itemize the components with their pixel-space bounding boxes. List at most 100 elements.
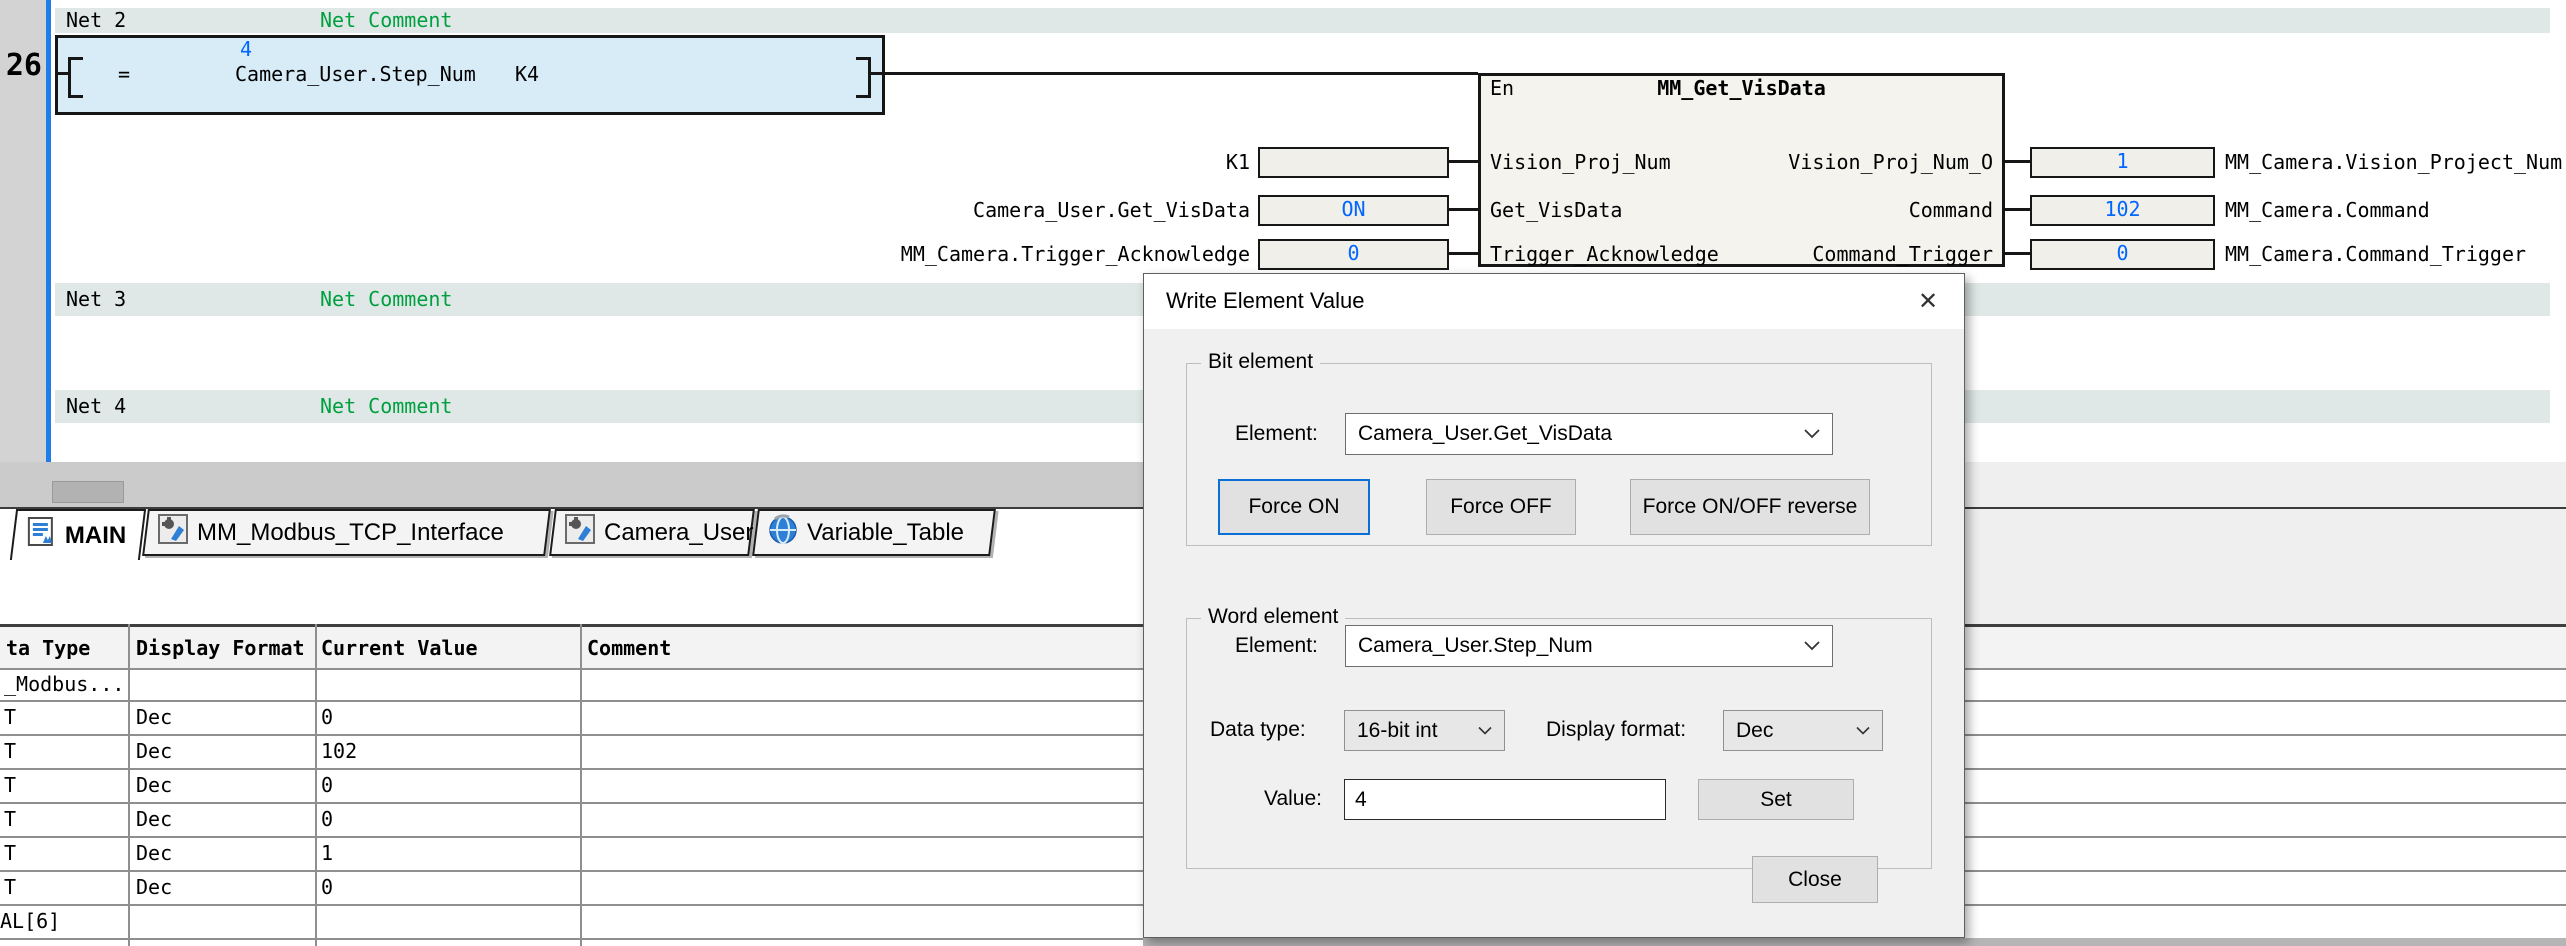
fb-title: MM_Get_VisData xyxy=(1478,76,2005,100)
close-button[interactable]: ✕ xyxy=(1906,282,1950,322)
force-on-off-reverse-button[interactable]: Force ON/OFF reverse xyxy=(1630,479,1870,535)
dialog-titlebar[interactable]: Write Element Value ✕ xyxy=(1144,274,1964,329)
compare-constant[interactable]: K4 xyxy=(515,62,539,86)
tab-label: Camera_User xyxy=(604,519,753,547)
tab-mm-modbus-tcp-interface[interactable]: MM_Modbus_TCP_Interface xyxy=(142,509,551,556)
column-header-display-format: Display Format xyxy=(136,636,305,660)
button-label: Set xyxy=(1760,788,1792,812)
wire xyxy=(68,57,83,60)
force-on-button[interactable]: Force ON xyxy=(1218,479,1370,535)
output-operand[interactable]: MM_Camera.Command_Trigger xyxy=(2225,242,2566,266)
wire xyxy=(2005,252,2030,255)
tab-main[interactable]: MAIN xyxy=(10,509,146,560)
window-bottom-edge xyxy=(1143,938,2566,946)
combobox-value: Camera_User.Step_Num xyxy=(1358,634,1593,658)
cell-data-type: T xyxy=(4,705,16,729)
output-monitor-box[interactable]: 102 xyxy=(2030,195,2215,226)
output-monitor-box[interactable]: 0 xyxy=(2030,239,2215,270)
cell-current-value: 0 xyxy=(321,705,333,729)
wire xyxy=(856,95,871,98)
cell-display-format: Dec xyxy=(136,807,172,831)
cell-current-value: 102 xyxy=(321,739,357,763)
cell-data-type: T xyxy=(4,841,16,865)
input-monitor-box[interactable]: 0 xyxy=(1258,239,1449,270)
plc-ide-window: 26 Net 2 Net Comment Net 3 Net Comment N… xyxy=(0,0,2566,946)
cell-display-format: Dec xyxy=(136,739,172,763)
button-label: Force ON xyxy=(1248,495,1339,519)
function-block-icon xyxy=(564,513,596,552)
hscrollbar-thumb[interactable] xyxy=(52,481,124,503)
input-operand[interactable]: K1 xyxy=(840,150,1250,174)
element-label: Element: xyxy=(1235,422,1318,446)
group-label: Bit element xyxy=(1201,350,1320,374)
dialog-close-button[interactable]: Close xyxy=(1752,856,1878,903)
net-id: Net 4 xyxy=(66,390,126,423)
program-icon xyxy=(25,516,57,555)
button-label: Force ON/OFF reverse xyxy=(1643,495,1858,519)
input-operand[interactable]: Camera_User.Get_VisData xyxy=(840,198,1250,222)
word-element-combobox[interactable]: Camera_User.Step_Num xyxy=(1345,625,1833,667)
cell-display-format: Dec xyxy=(136,773,172,797)
net-comment: Net Comment xyxy=(320,390,452,423)
wire xyxy=(882,72,1478,75)
editor-right-margin xyxy=(1965,462,2566,626)
combobox-value: Camera_User.Get_VisData xyxy=(1358,422,1612,446)
force-off-button[interactable]: Force OFF xyxy=(1426,479,1576,535)
wire xyxy=(1449,252,1478,255)
combobox-value: Dec xyxy=(1736,719,1773,743)
fb-output-pin: Command_Trigger xyxy=(1478,242,1993,266)
tab-variable-table[interactable]: Variable_Table xyxy=(752,509,996,556)
value-label: Value: xyxy=(1264,787,1322,811)
rung-number: 26 xyxy=(4,48,42,83)
chevron-down-icon xyxy=(1804,641,1820,651)
column-header-comment: Comment xyxy=(587,636,671,660)
net-id: Net 3 xyxy=(66,283,126,316)
button-label: Force OFF xyxy=(1450,495,1552,519)
wire xyxy=(2005,208,2030,211)
output-operand[interactable]: MM_Camera.Command xyxy=(2225,198,2566,222)
cell-data-type: AL[6] xyxy=(0,909,60,933)
column-header-current-value: Current Value xyxy=(321,636,478,660)
cell-data-type: T xyxy=(4,875,16,899)
input-monitor-box[interactable] xyxy=(1258,147,1449,178)
wire xyxy=(1449,160,1478,163)
cell-data-type: T xyxy=(4,773,16,797)
compare-operand[interactable]: Camera_User.Step_Num xyxy=(235,62,476,86)
combobox-value: 16-bit int xyxy=(1357,719,1438,743)
function-block-icon xyxy=(157,513,189,552)
data-type-label: Data type: xyxy=(1210,718,1306,742)
tab-label: MAIN xyxy=(65,522,126,550)
net-id: Net 2 xyxy=(66,8,126,33)
group-label: Word element xyxy=(1201,605,1345,629)
tab-label: MM_Modbus_TCP_Interface xyxy=(197,519,504,547)
data-type-combobox[interactable]: 16-bit int xyxy=(1344,710,1505,751)
tab-camera-user[interactable]: Camera_User xyxy=(549,509,755,556)
write-element-value-dialog: Write Element Value ✕ Bit element Elemen… xyxy=(1143,273,1965,938)
column-header-data-type: ta Type xyxy=(6,636,90,660)
contact-bracket-right xyxy=(868,57,871,98)
tab-label: Variable_Table xyxy=(807,519,964,547)
output-monitor-box[interactable]: 1 xyxy=(2030,147,2215,178)
button-label: Close xyxy=(1788,868,1842,892)
wire xyxy=(68,95,83,98)
input-operand[interactable]: MM_Camera.Trigger_Acknowledge xyxy=(840,242,1250,266)
chevron-down-icon xyxy=(1856,726,1870,735)
input-monitor-box[interactable]: ON xyxy=(1258,195,1449,226)
contact-bracket-left xyxy=(68,57,71,98)
dialog-title: Write Element Value xyxy=(1166,288,1365,314)
cell-data-type: T xyxy=(4,739,16,763)
chevron-down-icon xyxy=(1804,429,1820,439)
set-button[interactable]: Set xyxy=(1698,779,1854,820)
cell-display-format: Dec xyxy=(136,875,172,899)
operand-monitor-value: 4 xyxy=(240,37,252,61)
bit-element-combobox[interactable]: Camera_User.Get_VisData xyxy=(1345,413,1833,455)
net-comment: Net Comment xyxy=(320,8,452,33)
cell-data-type: _Modbus... xyxy=(4,672,124,696)
display-format-label: Display format: xyxy=(1546,718,1686,742)
display-format-combobox[interactable]: Dec xyxy=(1723,710,1883,751)
fb-output-pin: Vision_Proj_Num_O xyxy=(1478,150,1993,174)
net-2-header[interactable]: Net 2 Net Comment xyxy=(55,8,2550,33)
output-operand[interactable]: MM_Camera.Vision_Project_Num xyxy=(2225,150,2566,174)
cell-display-format: Dec xyxy=(136,841,172,865)
value-input[interactable] xyxy=(1344,779,1666,820)
